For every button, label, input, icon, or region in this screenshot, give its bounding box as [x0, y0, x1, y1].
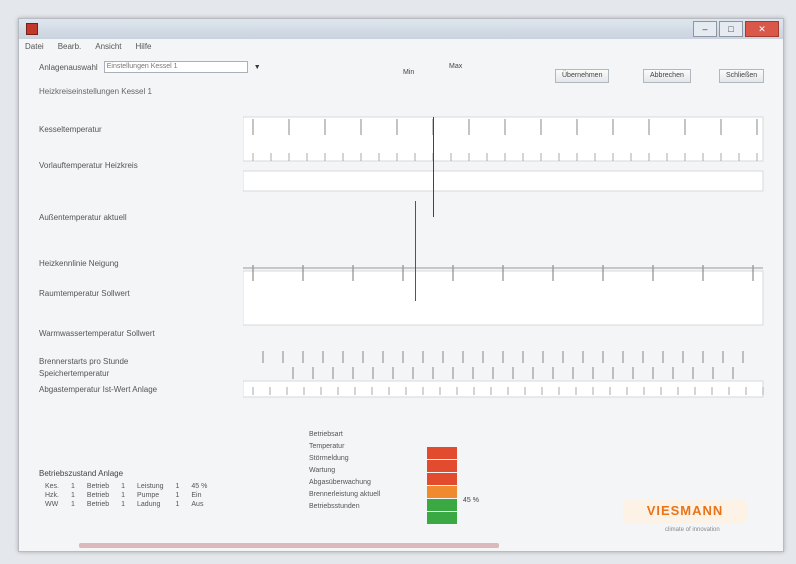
app-window: – □ ✕ Datei Bearb. Ansicht Hilfe Anlagen…: [18, 18, 784, 552]
table-cell: Kes.: [45, 483, 60, 490]
table-row: Hzk. 1 Betrieb 1 Pumpe 1 Ein: [39, 491, 213, 500]
table-cell: 1: [175, 483, 180, 490]
brand-logo: VIESMANN: [623, 499, 747, 523]
selector-group: Anlagenauswahl Einstellungen Kessel 1 ▼: [39, 61, 261, 73]
legend-item: Brennerleistung aktuell: [309, 491, 381, 498]
level-bar-segment: [427, 486, 457, 498]
row-label-4: Heizkennlinie Neigung: [39, 259, 119, 268]
row-label-8: Speichertemperatur: [39, 369, 110, 378]
level-bar-segment: [427, 447, 457, 459]
row-label-3: Außentemperatur aktuell: [39, 213, 127, 222]
selector-label: Anlagenauswahl: [39, 62, 98, 72]
level-value: 45 %: [463, 497, 479, 504]
row-label-1: Kesseltemperatur: [39, 125, 102, 134]
table-cell: Ladung: [137, 501, 161, 508]
menu-file[interactable]: Datei: [25, 40, 44, 54]
row-label-5: Raumtemperatur Sollwert: [39, 289, 130, 298]
legend-item: Abgasüberwachung: [309, 479, 371, 486]
chevron-down-icon[interactable]: ▼: [254, 64, 261, 71]
legend-item: Betriebsstunden: [309, 503, 360, 510]
table-cell: Ein: [191, 492, 202, 499]
table-cell: 1: [71, 483, 75, 490]
table-row: WW 1 Betrieb 1 Ladung 1 Aus: [39, 500, 213, 509]
level-bar-segment: [427, 512, 457, 524]
row-label-7: Brennerstarts pro Stunde: [39, 357, 129, 366]
level-bar-segment: [427, 460, 457, 472]
legend-item: Temperatur: [309, 443, 345, 450]
table-cell: 1: [71, 492, 75, 499]
horizontal-scrollbar[interactable]: [79, 543, 499, 548]
legend-section: Betriebsart Temperatur Störmeldung Wartu…: [309, 429, 380, 513]
header-area: Anlagenauswahl Einstellungen Kessel 1 ▼ …: [39, 59, 779, 103]
minimize-button[interactable]: –: [693, 21, 717, 37]
max-marker: Max: [449, 63, 463, 70]
menu-bar: Datei Bearb. Ansicht Hilfe: [19, 40, 789, 54]
level-bar-segment: [427, 499, 457, 511]
close-button[interactable]: ✕: [745, 21, 779, 37]
title-bar: – □ ✕: [19, 19, 783, 39]
table-cell: 1: [71, 501, 75, 508]
menu-edit[interactable]: Bearb.: [58, 40, 82, 54]
menu-view[interactable]: Ansicht: [95, 40, 121, 54]
table-cell: Pumpe: [137, 492, 160, 499]
menu-help[interactable]: Hilfe: [136, 40, 152, 54]
close-dialog-button[interactable]: Schließen: [719, 69, 765, 83]
min-marker: Min: [403, 69, 415, 76]
maximize-button[interactable]: □: [719, 21, 743, 37]
table-cell: 1: [121, 492, 126, 499]
table-cell: 1: [175, 501, 180, 508]
table-cell: 1: [121, 483, 126, 490]
status-section: Betriebszustand Anlage Kes. 1 Betrieb 1 …: [39, 469, 299, 509]
table-cell: WW: [45, 501, 59, 508]
apply-button[interactable]: Übernehmen: [555, 69, 610, 83]
table-cell: Leistung: [137, 483, 164, 490]
selector-dropdown[interactable]: Einstellungen Kessel 1: [103, 61, 248, 73]
level-bar-segment: [427, 473, 457, 485]
app-icon: [26, 23, 38, 35]
table-row: Kes. 1 Betrieb 1 Leistung 1 45 %: [39, 482, 213, 491]
table-cell: 1: [175, 492, 180, 499]
table-cell: Betrieb: [86, 501, 110, 508]
legend-item: Betriebsart: [309, 431, 343, 438]
legend-item: Wartung: [309, 467, 336, 474]
legend-item: Störmeldung: [309, 455, 349, 462]
setpoint-pointer[interactable]: [415, 201, 416, 301]
table-cell: Betrieb: [86, 492, 110, 499]
status-level-bar: [427, 447, 457, 525]
page-subtitle: Heizkreiseinstellungen Kessel 1: [39, 87, 152, 96]
table-cell: Hzk.: [45, 492, 59, 499]
status-title: Betriebszustand Anlage: [39, 469, 124, 478]
table-cell: Aus: [191, 501, 204, 508]
table-cell: 1: [121, 501, 126, 508]
current-value-pointer[interactable]: [433, 117, 434, 217]
table-cell: 45 %: [191, 483, 208, 490]
row-label-9: Abgastemperatur Ist-Wert Anlage: [39, 385, 158, 394]
scale-panel: [243, 116, 764, 398]
row-label-6: Warmwassertemperatur Sollwert: [39, 329, 155, 338]
brand-tagline: climate of innovation: [665, 527, 720, 533]
scale-band-2: [243, 170, 764, 192]
status-table: Kes. 1 Betrieb 1 Leistung 1 45 % Hzk. 1 …: [39, 482, 213, 509]
cancel-button[interactable]: Abbrechen: [643, 69, 691, 83]
table-cell: Betrieb: [86, 483, 110, 490]
row-label-2: Vorlauftemperatur Heizkreis: [39, 161, 138, 170]
window-controls: – □ ✕: [693, 21, 779, 37]
